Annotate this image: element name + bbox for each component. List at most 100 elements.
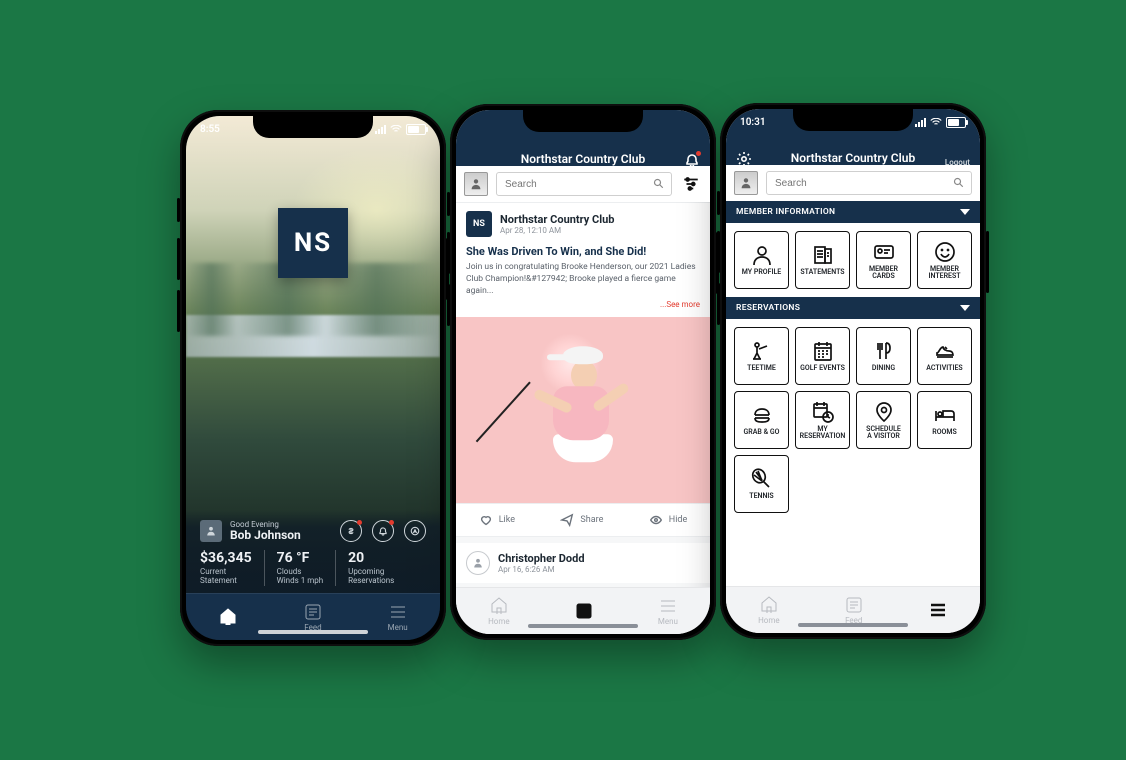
post-author-avatar[interactable]: NS	[466, 211, 492, 237]
phone-home: 8:55 NS Good Evening Bob Johnson	[180, 110, 446, 646]
tab-home[interactable]: Home	[758, 595, 780, 625]
menu-content: MEMBER INFORMATION MY PROFILESTATEMENTSM…	[726, 201, 980, 587]
tab-menu[interactable]	[928, 600, 948, 620]
shoe-icon	[933, 339, 957, 363]
search-input[interactable]	[496, 172, 672, 196]
tile-calendar[interactable]: GOLF EVENTS	[795, 327, 850, 385]
filter-button[interactable]	[680, 173, 702, 195]
app-logo: NS	[278, 208, 348, 278]
status-time: 10:31	[740, 117, 766, 128]
home-dashboard: Good Evening Bob Johnson $36,345 Current…	[186, 510, 440, 594]
post-author[interactable]: Northstar Country Club	[500, 213, 614, 226]
phone-menu: 10:31 Northstar Country Club Logout	[720, 103, 986, 639]
user-avatar[interactable]	[200, 520, 222, 542]
user-name: Bob Johnson	[230, 528, 301, 542]
app-title: Northstar Country Club	[521, 152, 645, 166]
tile-tennis[interactable]: TENNIS	[734, 455, 789, 513]
post-author-avatar[interactable]	[466, 551, 490, 575]
balance-icon[interactable]	[340, 520, 362, 542]
tile-label: TEETIME	[747, 365, 776, 372]
search-input[interactable]	[766, 171, 972, 195]
tile-label: MY PROFILE	[742, 269, 781, 276]
tile-pin[interactable]: SCHEDULEA VISITOR	[856, 391, 911, 449]
home-indicator	[528, 624, 638, 628]
tab-feed[interactable]	[574, 601, 594, 621]
profile-icon	[750, 243, 774, 267]
stage: 8:55 NS Good Evening Bob Johnson	[0, 0, 1126, 760]
tab-feed[interactable]: Feed	[844, 595, 864, 625]
tile-label: GRAB & GO	[744, 429, 780, 436]
tile-bed[interactable]: ROOMS	[917, 391, 972, 449]
section-member-info[interactable]: MEMBER INFORMATION	[726, 201, 980, 223]
burger-icon	[750, 403, 774, 427]
member-info-grid: MY PROFILE STATEMENTS MEMBERCARDS MEMBERINT…	[726, 223, 980, 297]
tile-label: SCHEDULEA VISITOR	[866, 426, 901, 441]
post-time: Apr 16, 6:26 AM	[498, 565, 585, 574]
home-indicator	[258, 630, 368, 634]
tab-home[interactable]	[218, 607, 238, 627]
card-icon	[872, 240, 896, 264]
signal-icon	[915, 118, 926, 127]
home-indicator	[798, 623, 908, 627]
tile-card[interactable]: MEMBERCARDS	[856, 231, 911, 289]
notifications-icon[interactable]	[372, 520, 394, 542]
post-image[interactable]	[456, 317, 710, 503]
tile-burger[interactable]: GRAB & GO	[734, 391, 789, 449]
tile-profile[interactable]: MY PROFILE	[734, 231, 789, 289]
tile-statements[interactable]: STATEMENTS	[795, 231, 850, 289]
signal-icon	[375, 125, 386, 134]
search-bar	[726, 165, 980, 201]
tab-feed[interactable]: Feed	[303, 602, 323, 632]
battery-icon	[406, 124, 426, 135]
explore-icon[interactable]	[404, 520, 426, 542]
tile-cal-clock[interactable]: MYRESERVATION	[795, 391, 850, 449]
device-notch	[793, 109, 913, 131]
calendar-icon	[811, 339, 835, 363]
feed-post: Christopher Dodd Apr 16, 6:26 AM	[456, 543, 710, 583]
app-title: Northstar Country Club	[791, 151, 915, 165]
section-reservations[interactable]: RESERVATIONS	[726, 297, 980, 319]
like-button[interactable]: Like	[479, 513, 515, 527]
chevron-down-icon	[960, 305, 970, 311]
tile-dining[interactable]: DINING	[856, 327, 911, 385]
user-avatar[interactable]	[734, 171, 758, 195]
tile-label: DINING	[872, 365, 895, 372]
stat-reservations[interactable]: 20 Upcoming Reservations	[348, 550, 394, 586]
statements-icon	[811, 243, 835, 267]
post-text: Join us in congratulating Brooke Henders…	[466, 262, 700, 298]
stat-weather[interactable]: 76 °F CloudsWinds 1 mph	[277, 550, 336, 586]
tile-label: MEMBERCARDS	[869, 266, 898, 281]
reservations-grid: TEETIME GOLF EVENTS DINING ACTIVITIES GRAB &…	[726, 319, 980, 521]
post-title: She Was Driven To Win, and She Did!	[466, 245, 700, 258]
hide-button[interactable]: Hide	[649, 513, 687, 527]
battery-icon	[946, 117, 966, 128]
tile-label: TENNIS	[749, 493, 773, 500]
see-more-link[interactable]: ...See more	[466, 300, 700, 309]
tennis-icon	[750, 467, 774, 491]
golfer-illustration	[553, 346, 613, 462]
wifi-icon	[930, 118, 942, 126]
share-button[interactable]: Share	[560, 513, 603, 527]
post-author[interactable]: Christopher Dodd	[498, 552, 585, 565]
tile-label: STATEMENTS	[800, 269, 844, 276]
tile-smile[interactable]: MEMBERINTEREST	[917, 231, 972, 289]
search-icon	[953, 177, 965, 189]
device-notch	[523, 110, 643, 132]
tab-menu[interactable]: Menu	[388, 602, 408, 632]
stat-statement[interactable]: $36,345 Current Statement	[200, 550, 265, 586]
tile-golf[interactable]: TEETIME	[734, 327, 789, 385]
tile-label: ACTIVITIES	[926, 365, 962, 372]
user-avatar[interactable]	[464, 172, 488, 196]
tile-label: MYRESERVATION	[800, 426, 846, 441]
phone-feed: Northstar Country Club NS	[450, 104, 716, 640]
wifi-icon	[390, 125, 402, 133]
tile-label: ROOMS	[932, 429, 957, 436]
device-notch	[253, 116, 373, 138]
tile-shoe[interactable]: ACTIVITIES	[917, 327, 972, 385]
smile-icon	[933, 240, 957, 264]
tab-home[interactable]: Home	[488, 596, 510, 626]
tab-menu[interactable]: Menu	[658, 596, 678, 626]
tile-label: MEMBERINTEREST	[928, 266, 960, 281]
chevron-down-icon	[960, 209, 970, 215]
status-time: 8:55	[200, 124, 220, 135]
